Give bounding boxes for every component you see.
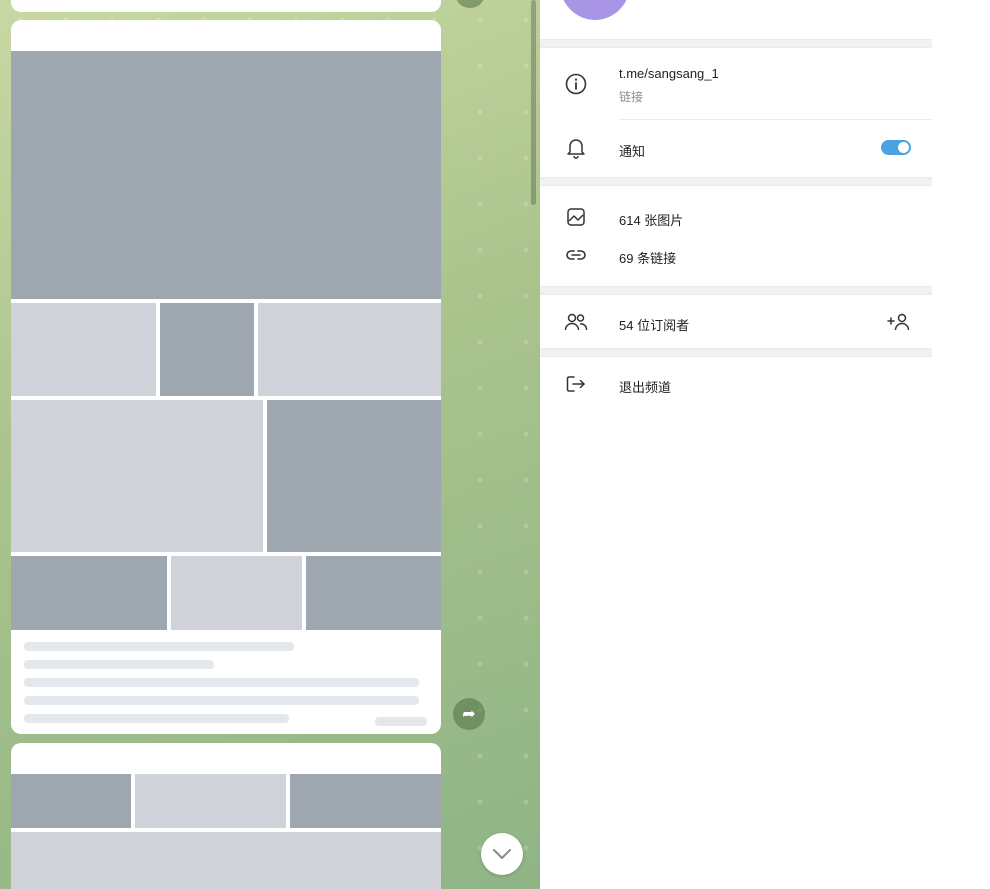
media-placeholder[interactable] <box>11 51 441 299</box>
image-icon <box>564 205 588 229</box>
info-icon <box>564 72 588 96</box>
message-header-placeholder <box>11 743 441 774</box>
media-placeholder[interactable] <box>306 556 441 630</box>
channel-link[interactable]: t.me/sangsang_1 <box>619 66 719 81</box>
subscribers-row[interactable]: 54 位订阅者 <box>540 309 932 335</box>
message-meta-placeholder <box>375 717 427 726</box>
media-placeholder[interactable] <box>171 556 302 630</box>
section-separator <box>540 39 932 48</box>
shared-links-label: 69 条链接 <box>619 251 677 266</box>
forward-button[interactable]: ➦ <box>453 698 485 730</box>
window-margin <box>932 0 990 889</box>
media-placeholder[interactable] <box>160 303 254 396</box>
media-placeholder[interactable] <box>11 303 156 396</box>
subscribers-label: 54 位订阅者 <box>619 318 690 333</box>
section-separator <box>540 348 932 357</box>
media-placeholder[interactable] <box>11 832 441 889</box>
row-divider <box>619 119 932 120</box>
channel-avatar <box>560 0 630 20</box>
link-icon <box>564 243 588 267</box>
message-bubble <box>11 20 441 734</box>
message-text-placeholder <box>24 642 428 723</box>
media-placeholder[interactable] <box>290 774 441 828</box>
app-window: ➦ t.me/sangsang_1 链接 通知 614 张图片 69 条链接 5… <box>0 0 990 889</box>
notifications-toggle[interactable] <box>881 140 911 155</box>
media-placeholder[interactable] <box>11 400 263 552</box>
users-icon <box>564 310 588 334</box>
chat-area[interactable]: ➦ <box>0 0 540 889</box>
section-separator <box>540 177 932 186</box>
media-placeholder[interactable] <box>258 303 441 396</box>
add-user-icon[interactable] <box>887 310 911 334</box>
leave-channel-row[interactable]: 退出频道 <box>540 371 932 397</box>
media-placeholder[interactable] <box>267 400 441 552</box>
shared-photos-label: 614 张图片 <box>619 213 684 228</box>
message-header-placeholder <box>11 20 441 51</box>
media-placeholder[interactable] <box>11 774 131 828</box>
exit-icon <box>564 372 588 396</box>
channel-link-caption: 链接 <box>619 90 644 104</box>
notifications-row[interactable]: 通知 <box>540 130 932 166</box>
scroll-down-button[interactable] <box>481 833 523 875</box>
shared-links-row[interactable]: 69 条链接 <box>540 242 932 268</box>
chat-scrollbar[interactable] <box>531 0 536 205</box>
notifications-label: 通知 <box>619 144 646 159</box>
shared-photos-row[interactable]: 614 张图片 <box>540 204 932 230</box>
media-placeholder[interactable] <box>135 774 286 828</box>
media-placeholder[interactable] <box>11 556 167 630</box>
channel-info-panel: t.me/sangsang_1 链接 通知 614 张图片 69 条链接 54 … <box>540 0 932 889</box>
leave-channel-label: 退出频道 <box>619 380 672 395</box>
message-bubble-partial <box>11 0 441 12</box>
bell-icon <box>564 136 588 160</box>
section-separator <box>540 286 932 295</box>
info-link-row[interactable]: t.me/sangsang_1 链接 <box>540 62 932 106</box>
chevron-down-icon <box>493 849 511 859</box>
message-bubble <box>11 743 441 889</box>
forward-icon: ➦ <box>462 706 476 723</box>
toggle-knob <box>898 142 909 153</box>
